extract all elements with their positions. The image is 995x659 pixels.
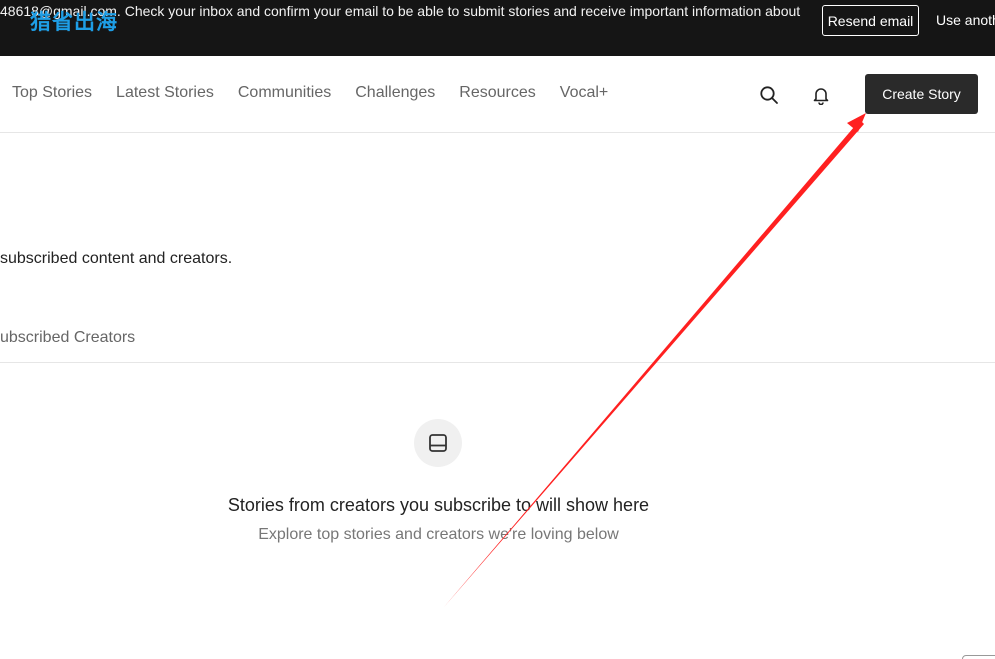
- tab-subscribed-creators[interactable]: ubscribed Creators: [0, 329, 135, 347]
- watermark-logo: 猎省出海: [30, 10, 118, 34]
- create-story-button[interactable]: Create Story: [865, 74, 978, 114]
- nav-links: Top Stories Latest Stories Communities C…: [12, 84, 632, 102]
- nav-link-communities[interactable]: Communities: [238, 84, 331, 102]
- nav-link-resources[interactable]: Resources: [459, 84, 535, 102]
- email-verification-banner: 48618@gmail.com. Check your inbox and co…: [0, 0, 995, 56]
- nav-link-vocal-plus[interactable]: Vocal+: [560, 84, 608, 102]
- corner-widget[interactable]: [962, 655, 995, 659]
- nav-link-top-stories[interactable]: Top Stories: [12, 84, 92, 102]
- page-subtitle: subscribed content and creators.: [0, 250, 233, 267]
- main-nav: Top Stories Latest Stories Communities C…: [0, 56, 995, 133]
- bell-icon[interactable]: [810, 84, 832, 106]
- book-icon: [414, 419, 462, 467]
- nav-link-challenges[interactable]: Challenges: [355, 84, 435, 102]
- search-icon[interactable]: [758, 84, 780, 106]
- empty-state-subtitle: Explore top stories and creators we're l…: [258, 526, 619, 543]
- tabs-divider: [0, 362, 995, 363]
- nav-link-latest-stories[interactable]: Latest Stories: [116, 84, 214, 102]
- empty-state-title: Stories from creators you subscribe to w…: [227, 495, 650, 515]
- use-another-email-link[interactable]: Use anoth: [936, 12, 995, 28]
- resend-email-button[interactable]: Resend email: [822, 5, 919, 36]
- banner-message: 48618@gmail.com. Check your inbox and co…: [0, 3, 801, 19]
